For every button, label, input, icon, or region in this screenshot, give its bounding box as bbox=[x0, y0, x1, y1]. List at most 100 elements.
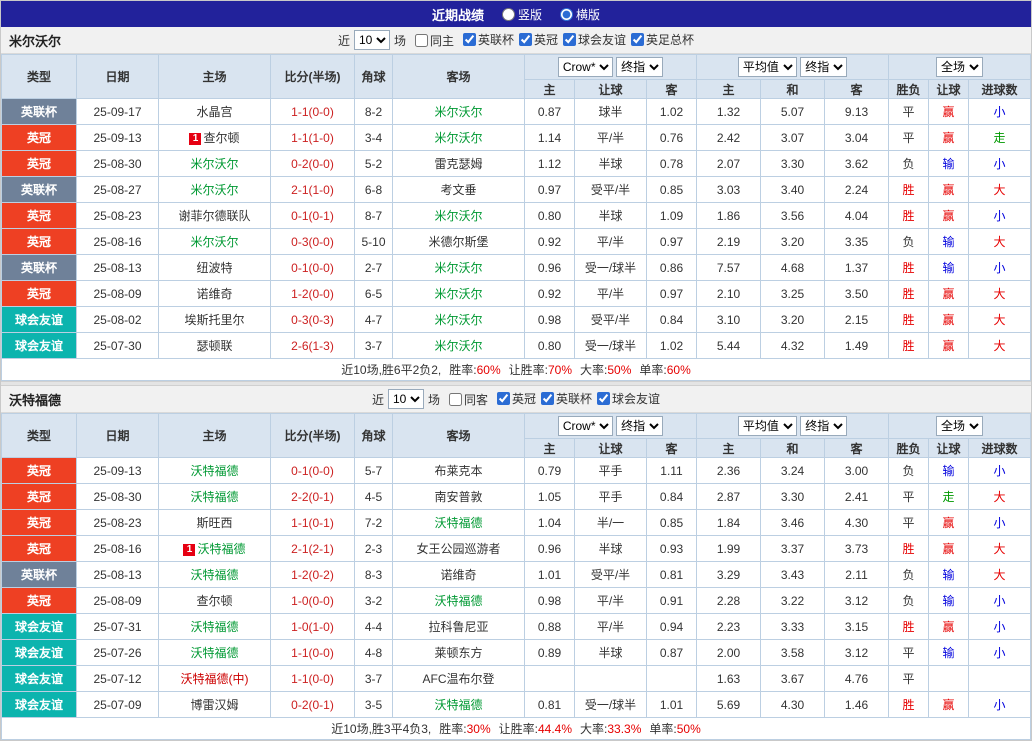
away-team[interactable]: 米尔沃尔 bbox=[392, 280, 525, 307]
odds-handicap: 受一/球半 bbox=[574, 332, 647, 359]
away-team[interactable]: 沃特福德 bbox=[392, 587, 525, 614]
away-team[interactable]: 米尔沃尔 bbox=[392, 98, 525, 125]
home-team[interactable]: 诺维奇 bbox=[158, 280, 271, 307]
away-team[interactable]: AFC温布尔登 bbox=[392, 665, 525, 692]
home-team[interactable]: 沃特福德 bbox=[158, 561, 271, 588]
competition-filter[interactable]: 英联杯 bbox=[541, 390, 592, 407]
away-team[interactable]: 拉科鲁尼亚 bbox=[392, 613, 525, 640]
goals-result-cell: 走 bbox=[968, 124, 1031, 151]
corner-score: 6-5 bbox=[354, 280, 393, 307]
away-team[interactable]: 莱顿东方 bbox=[392, 639, 525, 666]
competition-filter[interactable]: 英冠 bbox=[497, 390, 536, 407]
same-venue-filter[interactable]: 同主 bbox=[414, 32, 454, 49]
home-team[interactable]: 瑟顿联 bbox=[158, 332, 271, 359]
goals-result-cell: 小 bbox=[968, 457, 1031, 484]
avg-source-select[interactable]: 平均值 bbox=[737, 416, 797, 436]
competition-checkbox[interactable] bbox=[597, 392, 611, 405]
competition-type: 英冠 bbox=[1, 587, 77, 614]
away-team[interactable]: 诺维奇 bbox=[392, 561, 525, 588]
competition-filter[interactable]: 英冠 bbox=[519, 31, 558, 48]
competition-checkbox[interactable] bbox=[497, 392, 510, 405]
competition-filter[interactable]: 球会友谊 bbox=[597, 390, 660, 407]
competition-label: 英联杯 bbox=[556, 392, 593, 406]
away-team[interactable]: 布莱克本 bbox=[392, 457, 525, 484]
summary-stat-label: 单率: bbox=[639, 363, 667, 377]
away-team[interactable]: 考文垂 bbox=[392, 176, 525, 203]
layout-option-horizontal[interactable]: 横版 bbox=[560, 6, 600, 23]
home-team[interactable]: 1 查尔顿 bbox=[158, 124, 271, 151]
layout-option-vertical[interactable]: 竖版 bbox=[501, 6, 542, 23]
away-team[interactable]: 米尔沃尔 bbox=[392, 254, 525, 281]
match-date: 25-08-09 bbox=[76, 280, 159, 307]
away-team[interactable]: 米尔沃尔 bbox=[392, 306, 525, 333]
avg-draw: 3.67 bbox=[760, 665, 826, 692]
odds-stage-select[interactable]: 终指 bbox=[616, 57, 664, 77]
handicap-result-cell: 赢 bbox=[928, 613, 970, 640]
home-team[interactable]: 米尔沃尔 bbox=[158, 228, 271, 255]
away-team[interactable]: 沃特福德 bbox=[392, 509, 525, 536]
corner-score: 3-2 bbox=[354, 587, 393, 614]
home-team[interactable]: 米尔沃尔 bbox=[158, 176, 271, 203]
result-cell: 胜 bbox=[888, 280, 930, 307]
avg-source-select[interactable]: 平均值 bbox=[737, 57, 797, 77]
away-team[interactable]: 女王公园巡游者 bbox=[392, 535, 525, 562]
home-team[interactable]: 查尔顿 bbox=[158, 587, 271, 614]
home-team[interactable]: 1 沃特福德 bbox=[158, 535, 271, 562]
same-venue-checkbox[interactable] bbox=[414, 33, 428, 47]
competition-type: 球会友谊 bbox=[1, 613, 77, 640]
away-team[interactable]: 米尔沃尔 bbox=[392, 124, 525, 151]
competition-filter[interactable]: 英联杯 bbox=[462, 31, 514, 48]
recent-suffix-label: 场 bbox=[427, 392, 440, 407]
summary-record: 近10场,胜3平4负3, bbox=[331, 722, 432, 736]
home-team[interactable]: 斯旺西 bbox=[158, 509, 271, 536]
competition-checkbox[interactable] bbox=[563, 33, 577, 46]
away-team[interactable]: 米德尔斯堡 bbox=[392, 228, 525, 255]
home-team[interactable]: 沃特福德 bbox=[158, 483, 271, 510]
avg-draw: 3.40 bbox=[760, 176, 826, 203]
odds-away: 0.84 bbox=[645, 306, 698, 333]
avg-home: 1.63 bbox=[696, 665, 762, 692]
corner-score: 4-7 bbox=[354, 306, 393, 333]
odds-stage-select[interactable]: 终指 bbox=[616, 416, 664, 436]
away-team[interactable]: 米尔沃尔 bbox=[392, 332, 525, 359]
away-team[interactable]: 沃特福德 bbox=[392, 691, 525, 718]
layout-radio-horizontal[interactable] bbox=[560, 7, 573, 21]
home-team[interactable]: 米尔沃尔 bbox=[158, 150, 271, 177]
competition-filter[interactable]: 英足总杯 bbox=[631, 31, 694, 48]
result-cell: 胜 bbox=[888, 176, 930, 203]
scope-select[interactable]: 全场 bbox=[936, 416, 984, 436]
home-team[interactable]: 纽波特 bbox=[158, 254, 271, 281]
home-team[interactable]: 沃特福德 bbox=[158, 613, 271, 640]
layout-radio-vertical[interactable] bbox=[501, 7, 515, 21]
avg-stage-select[interactable]: 终指 bbox=[800, 416, 848, 436]
odds-company-select[interactable]: Crow* bbox=[557, 57, 613, 77]
home-team[interactable]: 沃特福德 bbox=[158, 639, 271, 666]
competition-checkbox[interactable] bbox=[519, 33, 532, 46]
avg-draw: 3.07 bbox=[760, 124, 826, 151]
recent-count-select[interactable]: 10 bbox=[387, 389, 424, 409]
home-team[interactable]: 沃特福德(中) bbox=[158, 665, 271, 692]
competition-checkbox[interactable] bbox=[541, 392, 555, 405]
result-cell: 胜 bbox=[888, 691, 930, 718]
home-team[interactable]: 谢菲尔德联队 bbox=[158, 202, 271, 229]
away-team[interactable]: 米尔沃尔 bbox=[392, 202, 525, 229]
scope-select[interactable]: 全场 bbox=[936, 57, 984, 77]
corner-score: 5-2 bbox=[354, 150, 393, 177]
competition-filter[interactable]: 球会友谊 bbox=[563, 31, 626, 48]
odds-company-select[interactable]: Crow* bbox=[557, 416, 613, 436]
same-venue-filter[interactable]: 同客 bbox=[448, 391, 488, 408]
away-team[interactable]: 雷克瑟姆 bbox=[392, 150, 525, 177]
same-venue-checkbox[interactable] bbox=[448, 392, 462, 406]
avg-stage-select[interactable]: 终指 bbox=[800, 57, 848, 77]
home-team[interactable]: 博雷汉姆 bbox=[158, 691, 271, 718]
competition-checkbox[interactable] bbox=[631, 33, 645, 46]
home-team[interactable]: 沃特福德 bbox=[158, 457, 271, 484]
competition-checkbox[interactable] bbox=[462, 33, 476, 46]
recent-count-select[interactable]: 10 bbox=[353, 30, 390, 50]
away-team[interactable]: 南安普敦 bbox=[392, 483, 525, 510]
handicap-result-cell: 赢 bbox=[928, 306, 970, 333]
home-team[interactable]: 水晶宫 bbox=[158, 98, 271, 125]
avg-draw: 3.30 bbox=[760, 150, 826, 177]
home-team[interactable]: 埃斯托里尔 bbox=[158, 306, 271, 333]
match-score: 2-6(1-3) bbox=[270, 332, 355, 359]
